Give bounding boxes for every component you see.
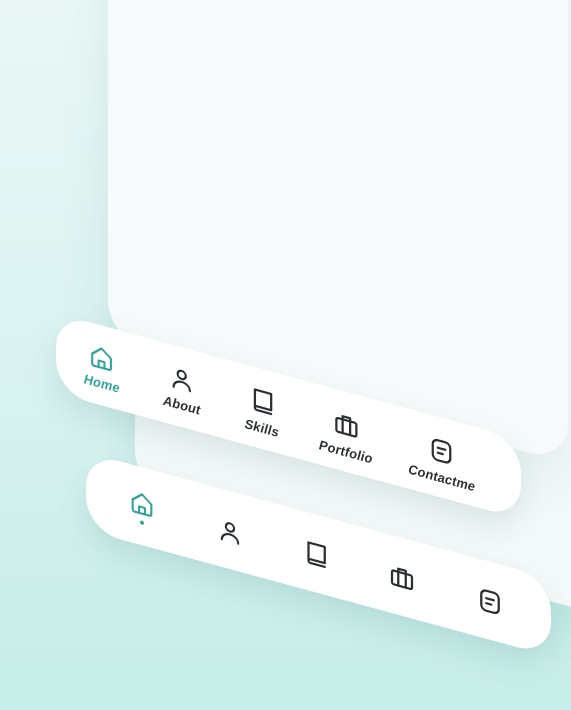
icon-nav-item-home[interactable] <box>128 486 156 529</box>
mockup-stage: Home About Skills Portfolio Contactme <box>0 0 571 710</box>
nav-item-contactme[interactable]: Contactme <box>407 427 477 495</box>
icon-nav-item-portfolio[interactable] <box>387 559 417 597</box>
nav-item-home[interactable]: Home <box>82 339 122 396</box>
user-icon <box>168 362 196 398</box>
briefcase-icon <box>387 559 417 597</box>
nav-item-portfolio[interactable]: Portfolio <box>317 403 375 467</box>
nav-item-skills[interactable]: Skills <box>243 382 281 441</box>
nav-item-about[interactable]: About <box>161 360 203 418</box>
icon-nav-item-about[interactable] <box>216 514 244 550</box>
note-icon <box>427 432 457 470</box>
active-dot <box>140 520 144 526</box>
home-icon <box>88 340 116 376</box>
briefcase-icon <box>331 406 361 444</box>
user-icon <box>216 514 244 550</box>
nav-label-portfolio: Portfolio <box>317 437 375 467</box>
home-icon <box>128 486 156 522</box>
book-icon <box>247 382 277 420</box>
icon-nav-item-skills[interactable] <box>301 535 331 573</box>
note-icon <box>475 583 505 621</box>
nav-label-about: About <box>161 392 203 418</box>
icon-nav-item-contactme[interactable] <box>475 583 505 621</box>
book-icon <box>301 535 331 573</box>
